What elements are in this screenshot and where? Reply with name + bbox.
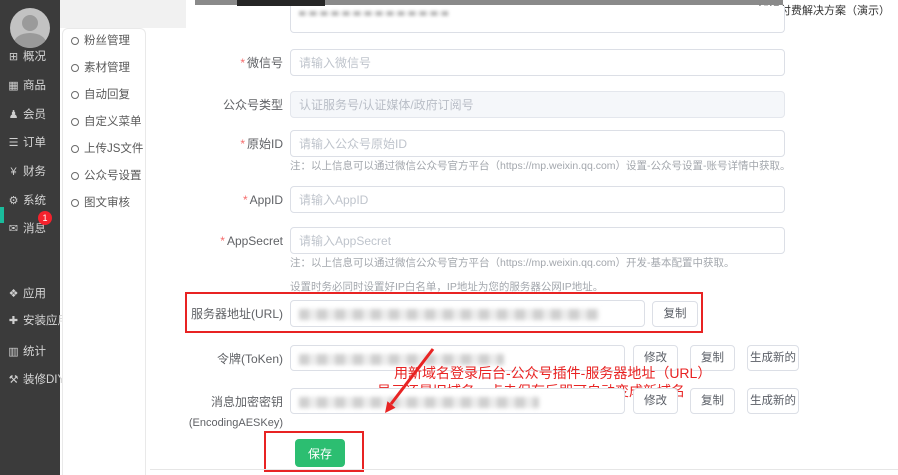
- circle-icon: [71, 118, 79, 126]
- appsecret-input[interactable]: [290, 227, 785, 254]
- circle-icon: [71, 199, 79, 207]
- submenu-item-article-review[interactable]: 图文审核: [71, 193, 130, 213]
- required-asterisk: *: [220, 234, 225, 248]
- sidebar-item-goods[interactable]: ▦商品: [0, 75, 60, 97]
- submenu-item-upload-js[interactable]: 上传JS文件: [71, 139, 143, 159]
- server-url-label: 服务器地址(URL): [150, 306, 283, 322]
- aes-copy-button[interactable]: 复制: [690, 388, 735, 414]
- goods-icon: ▦: [7, 75, 20, 97]
- appid-label: *AppID: [150, 192, 283, 208]
- aes-key-sublabel: (EncodingAESKey): [150, 415, 283, 431]
- submenu-item-label: 素材管理: [84, 62, 130, 74]
- circle-icon: [71, 37, 79, 45]
- messages-icon: ✉: [7, 218, 20, 240]
- submenu-item-label: 自定义菜单: [84, 116, 142, 128]
- sidebar-item-label: 系统: [23, 195, 46, 207]
- submenu-item-label: 图文审核: [84, 197, 130, 209]
- sidebar-item-system[interactable]: ⚙系统: [0, 190, 60, 212]
- appsecret-label: *AppSecret: [150, 233, 283, 249]
- install-apps-icon: ✚: [7, 310, 20, 332]
- content-bottom-divider: [150, 469, 898, 470]
- circle-icon: [71, 172, 79, 180]
- server-url-copy-button[interactable]: 复制: [652, 301, 698, 327]
- circle-icon: [71, 91, 79, 99]
- submenu-item-label: 自动回复: [84, 89, 130, 101]
- submenu-item-custom-menu[interactable]: 自定义菜单: [71, 112, 142, 132]
- annotation-text-line1: 用新域名登录后台-公众号插件-服务器地址（URL）: [394, 363, 711, 383]
- censored-value: [299, 397, 539, 408]
- account-note: 注：以上信息可以通过微信公众号官方平台（https://mp.weixin.qq…: [290, 158, 791, 173]
- aes-modify-button[interactable]: 修改: [633, 388, 678, 414]
- orders-icon: ☰: [7, 132, 20, 154]
- apps-icon: ❖: [7, 283, 20, 305]
- required-asterisk: *: [240, 137, 245, 151]
- sidebar-item-label: 应用: [23, 288, 46, 300]
- sidebar-item-orders[interactable]: ☰订单: [0, 132, 60, 154]
- sidebar-item-overview[interactable]: ⊞概况: [0, 46, 60, 68]
- plugin-submenu: 粉丝管理 素材管理 自动回复 自定义菜单 上传JS文件 公众号设置 图文审核: [62, 28, 146, 475]
- sidebar-item-finance[interactable]: ¥财务: [0, 161, 60, 183]
- sidebar-item-label: 商品: [23, 80, 46, 92]
- submenu-item-label: 粉丝管理: [84, 35, 130, 47]
- stats-bar-chart-icon: ▥: [7, 341, 20, 363]
- sidebar-item-label: 装修DIY: [23, 374, 65, 386]
- clipped-input[interactable]: [290, 6, 785, 33]
- sidebar-item-label: 会员: [23, 109, 46, 121]
- diy-hammer-icon: ⚒: [7, 369, 20, 391]
- appid-input[interactable]: [290, 186, 785, 213]
- account-type-input: [290, 91, 785, 118]
- submenu-item-autoreply[interactable]: 自动回复: [71, 85, 130, 105]
- censored-value: [299, 309, 599, 320]
- sidebar-item-label: 财务: [23, 166, 46, 178]
- main-sidebar: ⊞概况 ▦商品 ♟会员 ☰订单 ¥财务 ⚙系统 ✉消息 ❖应用 ✚安装应用 ▥统…: [0, 0, 60, 475]
- original-id-input[interactable]: [290, 130, 785, 157]
- topbar-background: [60, 0, 186, 28]
- messages-badge: 1: [38, 211, 52, 225]
- sidebar-item-label: 统计: [23, 346, 46, 358]
- system-gear-icon: ⚙: [7, 190, 20, 212]
- sidebar-item-label: 订单: [23, 137, 46, 149]
- server-url-input[interactable]: [290, 300, 645, 327]
- sidebar-item-stats[interactable]: ▥统计: [0, 341, 60, 363]
- sidebar-item-label: 概况: [23, 51, 46, 63]
- sidebar-item-diy[interactable]: ⚒装修DIY: [0, 369, 60, 391]
- submenu-item-material[interactable]: 素材管理: [71, 58, 130, 78]
- sidebar-accent-sliver: [0, 207, 4, 223]
- clipped-input-blur: [299, 11, 449, 16]
- submenu-item-label: 上传JS文件: [84, 143, 143, 155]
- required-asterisk: *: [240, 56, 245, 70]
- sidebar-item-install-apps[interactable]: ✚安装应用: [0, 310, 60, 332]
- required-asterisk: *: [243, 193, 248, 207]
- account-type-label: 公众号类型: [150, 97, 283, 113]
- save-button[interactable]: 保存: [295, 439, 345, 467]
- aes-key-label: 消息加密密钥: [150, 394, 283, 410]
- circle-icon: [71, 64, 79, 72]
- overview-icon: ⊞: [7, 46, 20, 68]
- sidebar-item-apps[interactable]: ❖应用: [0, 283, 60, 305]
- token-generate-button[interactable]: 生成新的: [747, 345, 799, 371]
- circle-icon: [71, 145, 79, 153]
- aes-generate-button[interactable]: 生成新的: [747, 388, 799, 414]
- original-id-label: *原始ID: [150, 136, 283, 152]
- avatar-silhouette-icon: [22, 15, 38, 31]
- finance-icon: ¥: [7, 161, 20, 183]
- members-icon: ♟: [7, 104, 20, 126]
- wechat-id-input[interactable]: [290, 49, 785, 76]
- wechat-id-label: *微信号: [150, 55, 283, 71]
- token-label: 令牌(ToKen): [150, 351, 283, 367]
- dev-note: 注：以上信息可以通过微信公众号官方平台（https://mp.weixin.qq…: [290, 255, 735, 270]
- submenu-item-label: 公众号设置: [84, 170, 142, 182]
- avatar[interactable]: [10, 8, 50, 48]
- aes-key-input[interactable]: [290, 388, 625, 414]
- submenu-item-fans[interactable]: 粉丝管理: [71, 31, 130, 51]
- sidebar-item-members[interactable]: ♟会员: [0, 104, 60, 126]
- submenu-item-account-settings[interactable]: 公众号设置: [71, 166, 142, 186]
